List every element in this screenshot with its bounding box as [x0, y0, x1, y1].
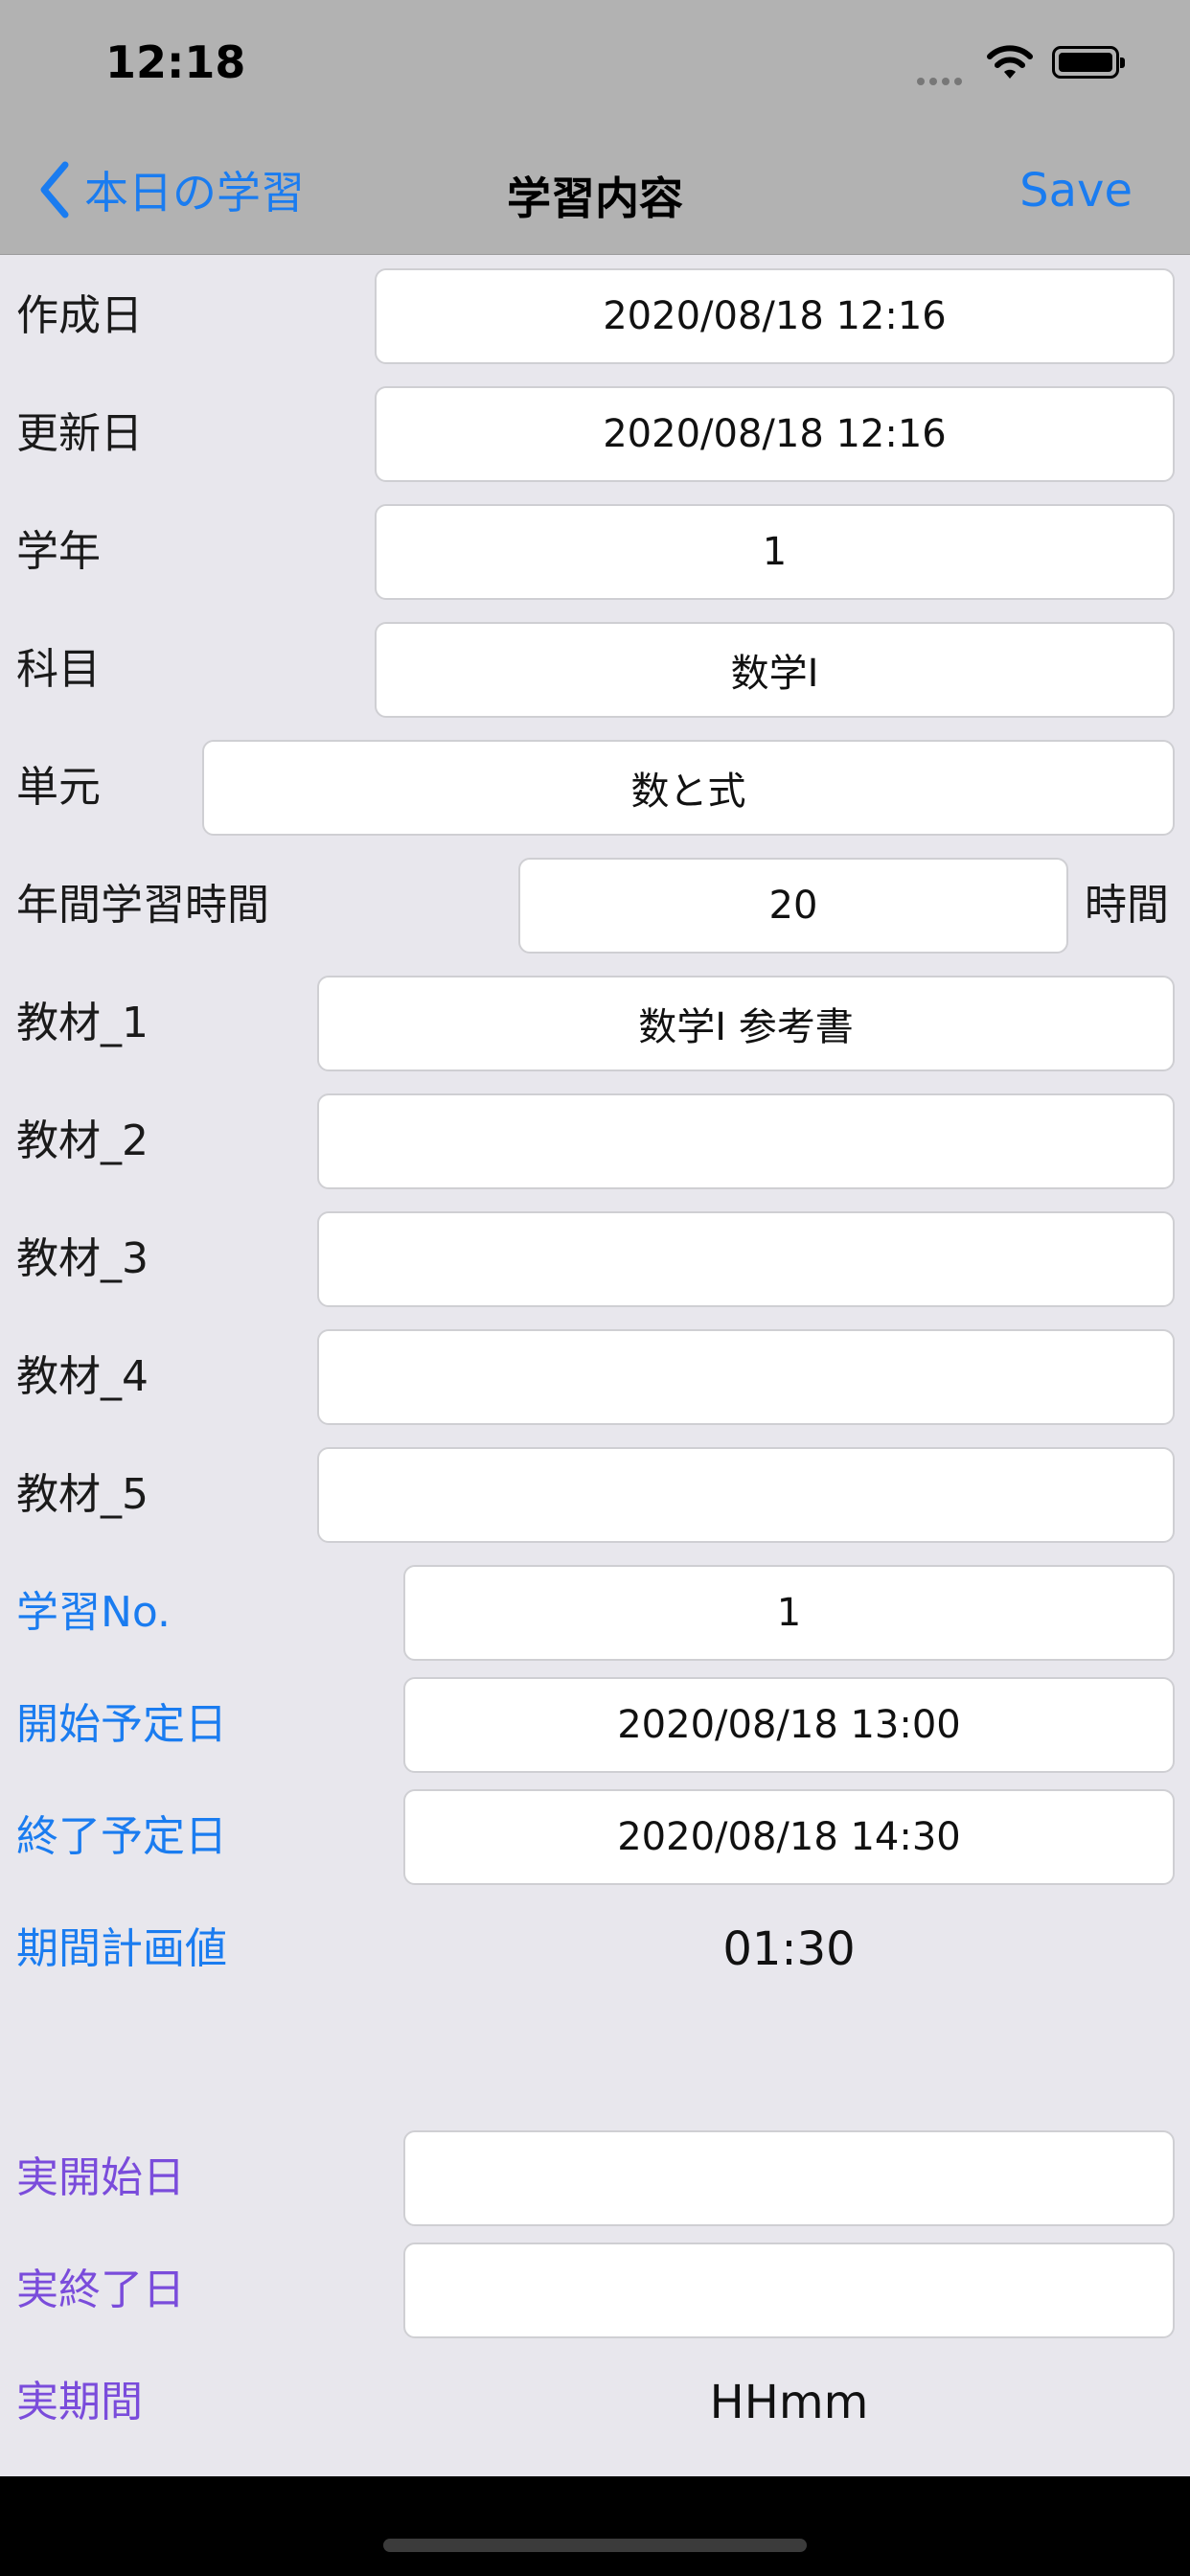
navigation-bar: 本日の学習 学習内容 Save — [0, 129, 1190, 255]
row-unit: 単元 数と式 — [0, 740, 1190, 836]
planned-duration-value: 01:30 — [722, 1922, 856, 1976]
material-3-field[interactable] — [317, 1211, 1175, 1307]
unit-label: 単元 — [16, 763, 101, 812]
grade-label: 学年 — [16, 527, 101, 576]
battery-icon — [1052, 46, 1125, 79]
row-actual-start: 実開始日 — [0, 2130, 1190, 2226]
row-actual-end: 実終了日 — [0, 2242, 1190, 2338]
material-1-field[interactable]: 数学I 参考書 — [317, 976, 1175, 1071]
annual-hours-label: 年間学習時間 — [16, 881, 269, 930]
row-material-1: 教材_1 数学I 参考書 — [0, 976, 1190, 1071]
row-annual-hours: 年間学習時間 20 時間 — [0, 858, 1190, 954]
material-4-field[interactable] — [317, 1329, 1175, 1425]
unit-field[interactable]: 数と式 — [202, 740, 1175, 836]
material-4-label: 教材_4 — [16, 1352, 149, 1401]
material-2-field[interactable] — [317, 1093, 1175, 1189]
planned-duration-label: 期間計画値 — [16, 1924, 227, 1973]
planned-start-label: 開始予定日 — [16, 1700, 227, 1749]
grade-field[interactable]: 1 — [375, 504, 1175, 600]
subject-field[interactable]: 数学I — [375, 622, 1175, 718]
row-planned-end: 終了予定日 2020/08/18 14:30 — [0, 1789, 1190, 1885]
material-5-label: 教材_5 — [16, 1470, 149, 1519]
created-label: 作成日 — [16, 291, 143, 340]
row-material-2: 教材_2 — [0, 1093, 1190, 1189]
row-material-4: 教材_4 — [0, 1329, 1190, 1425]
actual-start-field[interactable] — [403, 2130, 1175, 2226]
cellular-signal-icon — [917, 71, 967, 89]
page-title: 学習内容 — [507, 172, 683, 224]
row-actual-duration: 実期間 HHmm — [0, 2355, 1190, 2450]
actual-duration-label: 実期間 — [16, 2378, 143, 2426]
row-material-5: 教材_5 — [0, 1447, 1190, 1543]
subject-label: 科目 — [16, 645, 101, 694]
actual-end-label: 実終了日 — [16, 2266, 185, 2314]
material-2-label: 教材_2 — [16, 1116, 149, 1165]
material-1-label: 教材_1 — [16, 999, 149, 1047]
wifi-icon — [987, 45, 1033, 79]
row-study-no: 学習No. 1 — [0, 1565, 1190, 1661]
row-created: 作成日 2020/08/18 12:16 — [0, 268, 1190, 364]
home-indicator[interactable] — [383, 2539, 807, 2552]
row-grade: 学年 1 — [0, 504, 1190, 600]
material-5-field[interactable] — [317, 1447, 1175, 1543]
updated-field[interactable]: 2020/08/18 12:16 — [375, 386, 1175, 482]
annual-hours-unit: 時間 — [1085, 881, 1169, 930]
row-subject: 科目 数学I — [0, 622, 1190, 718]
row-planned-start: 開始予定日 2020/08/18 13:00 — [0, 1677, 1190, 1773]
material-3-label: 教材_3 — [16, 1234, 149, 1283]
actual-end-field[interactable] — [403, 2242, 1175, 2338]
row-updated: 更新日 2020/08/18 12:16 — [0, 386, 1190, 482]
actual-start-label: 実開始日 — [16, 2153, 185, 2202]
save-button[interactable]: Save — [1019, 164, 1133, 218]
planned-end-label: 終了予定日 — [16, 1812, 227, 1861]
row-planned-duration: 期間計画値 01:30 — [0, 1901, 1190, 1997]
annual-hours-field[interactable]: 20 — [518, 858, 1068, 954]
row-material-3: 教材_3 — [0, 1211, 1190, 1307]
planned-start-field[interactable]: 2020/08/18 13:00 — [403, 1677, 1175, 1773]
home-bar-area — [0, 2476, 1190, 2576]
updated-label: 更新日 — [16, 409, 143, 458]
study-no-field[interactable]: 1 — [403, 1565, 1175, 1661]
created-field[interactable]: 2020/08/18 12:16 — [375, 268, 1175, 364]
actual-duration-value: HHmm — [709, 2376, 869, 2429]
status-time: 12:18 — [105, 36, 246, 88]
status-bar: 12:18 — [0, 0, 1190, 129]
planned-end-field[interactable]: 2020/08/18 14:30 — [403, 1789, 1175, 1885]
study-no-label: 学習No. — [16, 1588, 172, 1637]
